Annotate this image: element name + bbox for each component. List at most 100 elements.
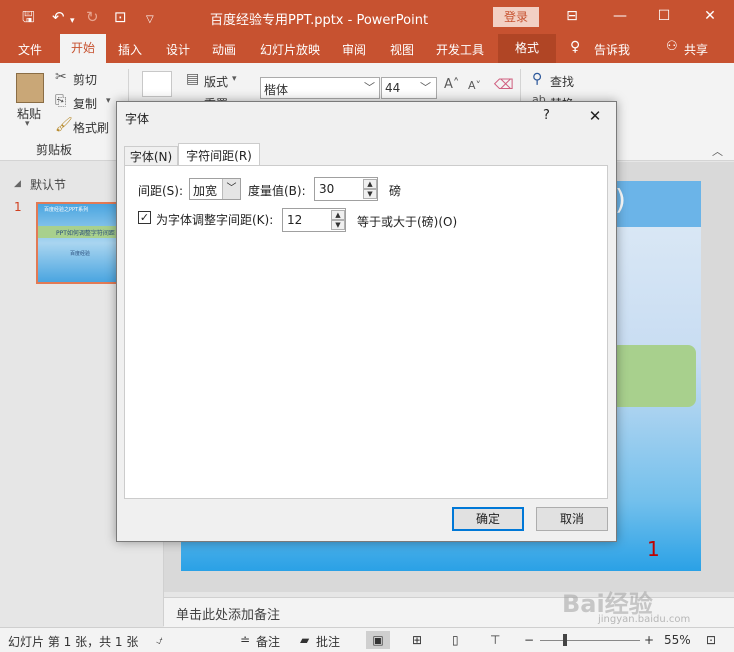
font-size-combo[interactable]: 44 ﹀: [381, 77, 437, 99]
slide-thumbnail[interactable]: 百度经验之PPT系列 PPT如何调整字符间距 百度经验: [36, 202, 126, 284]
login-button[interactable]: 登录: [493, 7, 539, 27]
tab-design[interactable]: 设计: [166, 41, 190, 58]
thumb-title: 百度经验之PPT系列: [44, 207, 89, 213]
new-slide-icon[interactable]: [142, 71, 172, 97]
find-button[interactable]: 查找: [550, 73, 574, 90]
tab-view[interactable]: 视图: [390, 41, 414, 58]
dialog-close-icon[interactable]: ✕: [585, 107, 605, 125]
tab-file[interactable]: 文件: [18, 41, 42, 58]
slide-sorter-icon[interactable]: ⊞: [412, 633, 422, 647]
customize-qat-icon[interactable]: ▽: [146, 11, 154, 29]
spacing-label: 间距(S):: [138, 184, 184, 198]
slide-counter: 幻灯片 第 1 张，共 1 张: [8, 635, 139, 649]
baidu-watermark-logo: Bai经验 jingyan.baidu.com: [562, 584, 732, 628]
notes-placeholder: 单击此处添加备注: [176, 608, 281, 623]
slideshow-from-start-icon[interactable]: ⊡: [114, 8, 127, 26]
lightbulb-icon: ♀: [570, 39, 581, 55]
section-name[interactable]: 默认节: [30, 176, 66, 193]
share-button[interactable]: 共享: [684, 41, 708, 58]
format-painter-button[interactable]: 格式刷: [73, 119, 109, 136]
minimize-icon[interactable]: —: [608, 6, 632, 26]
font-name-value: 楷体: [264, 83, 289, 97]
copy-button[interactable]: 复制: [73, 95, 97, 112]
grow-font-icon[interactable]: A˄: [444, 77, 459, 92]
comments-button[interactable]: 批注: [316, 633, 340, 650]
cut-button[interactable]: 剪切: [73, 71, 97, 88]
zoom-in-icon[interactable]: +: [644, 633, 654, 647]
copy-dropdown-icon[interactable]: ▾: [106, 96, 111, 106]
notes-icon: ≐: [240, 633, 251, 647]
tab-review[interactable]: 审阅: [342, 41, 366, 58]
fit-to-window-icon[interactable]: ⊡: [706, 633, 716, 647]
cancel-button[interactable]: 取消: [536, 507, 608, 531]
tab-insert[interactable]: 插入: [118, 41, 142, 58]
scissors-icon: ✂: [55, 69, 67, 85]
help-button[interactable]: ?: [543, 108, 550, 123]
tab-developer[interactable]: 开发工具: [436, 41, 484, 58]
tab-format[interactable]: 格式: [498, 34, 556, 63]
chevron-down-icon[interactable]: ﹀: [222, 179, 240, 199]
layout-dropdown-icon[interactable]: ▾: [232, 74, 237, 84]
undo-icon[interactable]: ↶: [52, 8, 65, 26]
ribbon-display-options-icon[interactable]: ⊟: [560, 6, 584, 26]
tab-home[interactable]: 开始: [60, 34, 106, 63]
spin-up-icon[interactable]: ▲: [363, 179, 377, 189]
collapse-ribbon-icon[interactable]: ︿: [712, 143, 723, 159]
spellcheck-icon[interactable]: ⍻: [156, 633, 163, 648]
dialog-title: 字体: [125, 112, 150, 126]
spacing-value: 加宽: [193, 184, 218, 198]
zoom-slider-thumb[interactable]: [563, 634, 567, 646]
undo-dropdown-icon[interactable]: ▾: [70, 12, 75, 30]
collapse-section-icon[interactable]: ◢: [14, 179, 21, 189]
zoom-level[interactable]: 55%: [664, 633, 691, 647]
layout-icon: ▤: [186, 71, 200, 87]
ok-button[interactable]: 确定: [452, 507, 524, 531]
maximize-icon[interactable]: ☐: [652, 6, 676, 26]
tab-character-spacing[interactable]: 字符间距(R): [178, 143, 260, 167]
measure-value: 30: [319, 182, 335, 196]
notes-button[interactable]: 备注: [256, 633, 280, 650]
character-spacing-panel: 间距(S): 加宽 ﹀ 度量值(B): 30 ▲ ▼ 磅 ✓ 为字体调整字间距(…: [124, 165, 608, 499]
spacing-select[interactable]: 加宽 ﹀: [189, 178, 241, 200]
spin-down-icon[interactable]: ▼: [331, 220, 345, 230]
slide-number-label: 1: [647, 537, 660, 561]
font-size-value: 44: [385, 81, 401, 95]
format-painter-icon: 🖌: [55, 117, 73, 133]
normal-view-icon[interactable]: ▣: [366, 631, 390, 649]
paste-dropdown-icon[interactable]: ▾: [25, 119, 30, 129]
font-name-combo[interactable]: 楷体 ﹀: [260, 77, 380, 99]
slideshow-view-icon[interactable]: ⊤: [490, 633, 500, 647]
measure-label: 度量值(B):: [248, 184, 306, 198]
spin-down-icon[interactable]: ▼: [363, 189, 377, 199]
kerning-checkbox[interactable]: ✓: [138, 211, 151, 224]
measure-input[interactable]: 30 ▲ ▼: [314, 177, 378, 201]
title-bar: 🖫 ↶ ▾ ↻ ⊡ ▽ 百度经验专用PPT.pptx - PowerPoint …: [0, 0, 734, 34]
tab-animation[interactable]: 动画: [212, 41, 236, 58]
ribbon-tabs: 文件 开始 插入 设计 动画 幻灯片放映 审阅 视图 开发工具 格式 ♀ 告诉我…: [0, 34, 734, 63]
clear-formatting-icon[interactable]: ⌫: [494, 77, 514, 93]
clipboard-icon[interactable]: [16, 73, 44, 103]
spin-up-icon[interactable]: ▲: [331, 210, 345, 220]
status-bar: 幻灯片 第 1 张，共 1 张 ⍻ ≐ 备注 ▰ 批注 ▣ ⊞ ▯ ⊤ − + …: [0, 627, 734, 652]
chevron-down-icon[interactable]: ﹀: [420, 79, 431, 95]
redo-icon: ↻: [86, 8, 99, 26]
save-icon[interactable]: 🖫: [22, 8, 35, 26]
zoom-out-icon[interactable]: −: [524, 633, 534, 647]
kerning-input[interactable]: 12 ▲ ▼: [282, 208, 346, 232]
reading-view-icon[interactable]: ▯: [452, 633, 459, 647]
document-title: 百度经验专用PPT.pptx - PowerPoint: [210, 13, 429, 28]
close-icon[interactable]: ✕: [698, 6, 722, 26]
slide-green-shape[interactable]: [610, 345, 696, 407]
search-icon: ⚲: [532, 71, 543, 87]
comment-icon: ▰: [300, 633, 310, 647]
kerning-value: 12: [287, 213, 303, 227]
shrink-font-icon[interactable]: A˅: [468, 79, 481, 92]
tab-slideshow[interactable]: 幻灯片放映: [260, 41, 320, 58]
tell-me-button[interactable]: 告诉我: [594, 41, 630, 58]
kerning-label: 为字体调整字间距(K):: [156, 213, 274, 227]
clipboard-group-label: 剪贴板: [36, 143, 73, 157]
layout-button[interactable]: 版式: [204, 73, 228, 90]
zoom-slider-track[interactable]: [540, 640, 640, 641]
chevron-down-icon[interactable]: ﹀: [364, 79, 375, 95]
tab-font[interactable]: 字体(N): [124, 146, 178, 166]
